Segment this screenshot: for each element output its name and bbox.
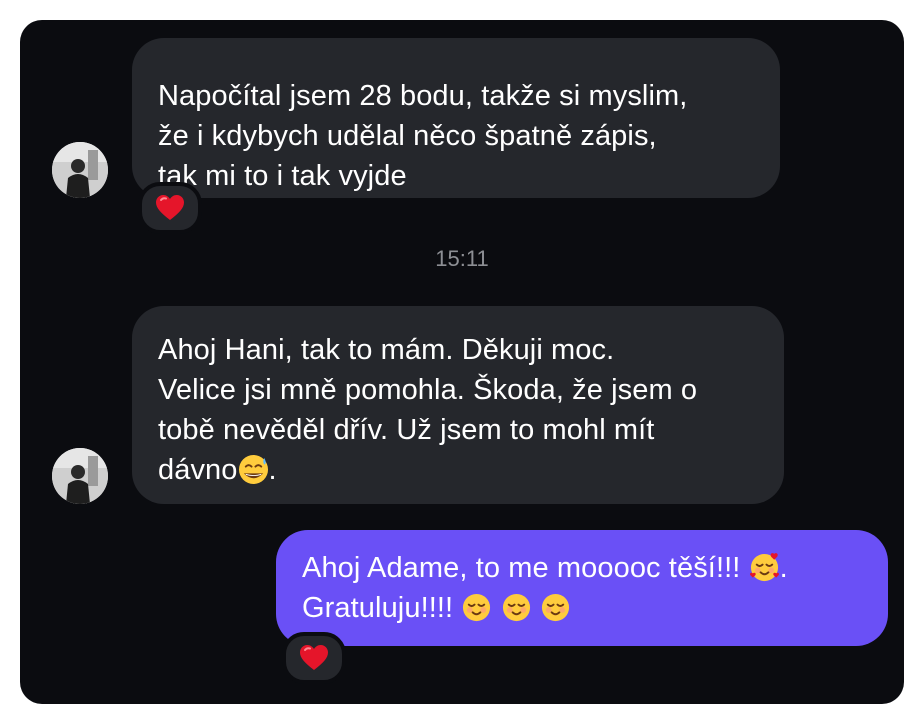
message-line: Ahoj Hani, tak to mám. Děkuji moc.: [158, 334, 615, 366]
message-line: Ahoj Adame, to me mooooc těší!!! .: [302, 548, 862, 588]
message-text: Ahoj Adame, to me mooooc těší!!!: [302, 552, 741, 584]
red-heart-icon: [156, 195, 184, 220]
smiling-face-icon: [541, 593, 569, 622]
smiling-face-icon: [502, 593, 530, 622]
chat-thread: Napočítal jsem 28 bodu, takže si myslim,…: [20, 20, 904, 704]
message-line: Velice jsi mně pomohla. Škoda, že jsem o: [158, 374, 698, 406]
message-text: dávno: [158, 454, 238, 486]
timestamp: 15:11: [435, 246, 489, 271]
message-text: .: [779, 552, 788, 584]
message-text: Gratuluju!!!!: [302, 592, 454, 624]
smiling-face-icon: [463, 593, 491, 622]
smiling-face-with-hearts-icon: [749, 553, 779, 582]
message-reaction[interactable]: [138, 182, 202, 234]
message-bubble-incoming[interactable]: Ahoj Hani, tak to mám. Děkuji moc. Velic…: [132, 306, 784, 504]
message-line: Gratuluju!!!!: [302, 588, 862, 628]
message-line: tobě nevěděl dřív. Už jsem to mohl mít: [158, 414, 655, 446]
message-text: .: [268, 454, 277, 486]
contact-avatar[interactable]: [52, 142, 108, 198]
contact-avatar[interactable]: [52, 448, 108, 504]
grinning-sweat-emoji-icon: [238, 454, 268, 485]
message-reaction[interactable]: [282, 632, 346, 684]
message-bubble-incoming[interactable]: Napočítal jsem 28 bodu, takže si myslim,…: [132, 38, 780, 198]
red-heart-icon: [300, 645, 328, 670]
message-bubble-outgoing[interactable]: Ahoj Adame, to me mooooc těší!!! . Gratu…: [276, 530, 888, 646]
message-line: dávno .: [158, 450, 758, 490]
